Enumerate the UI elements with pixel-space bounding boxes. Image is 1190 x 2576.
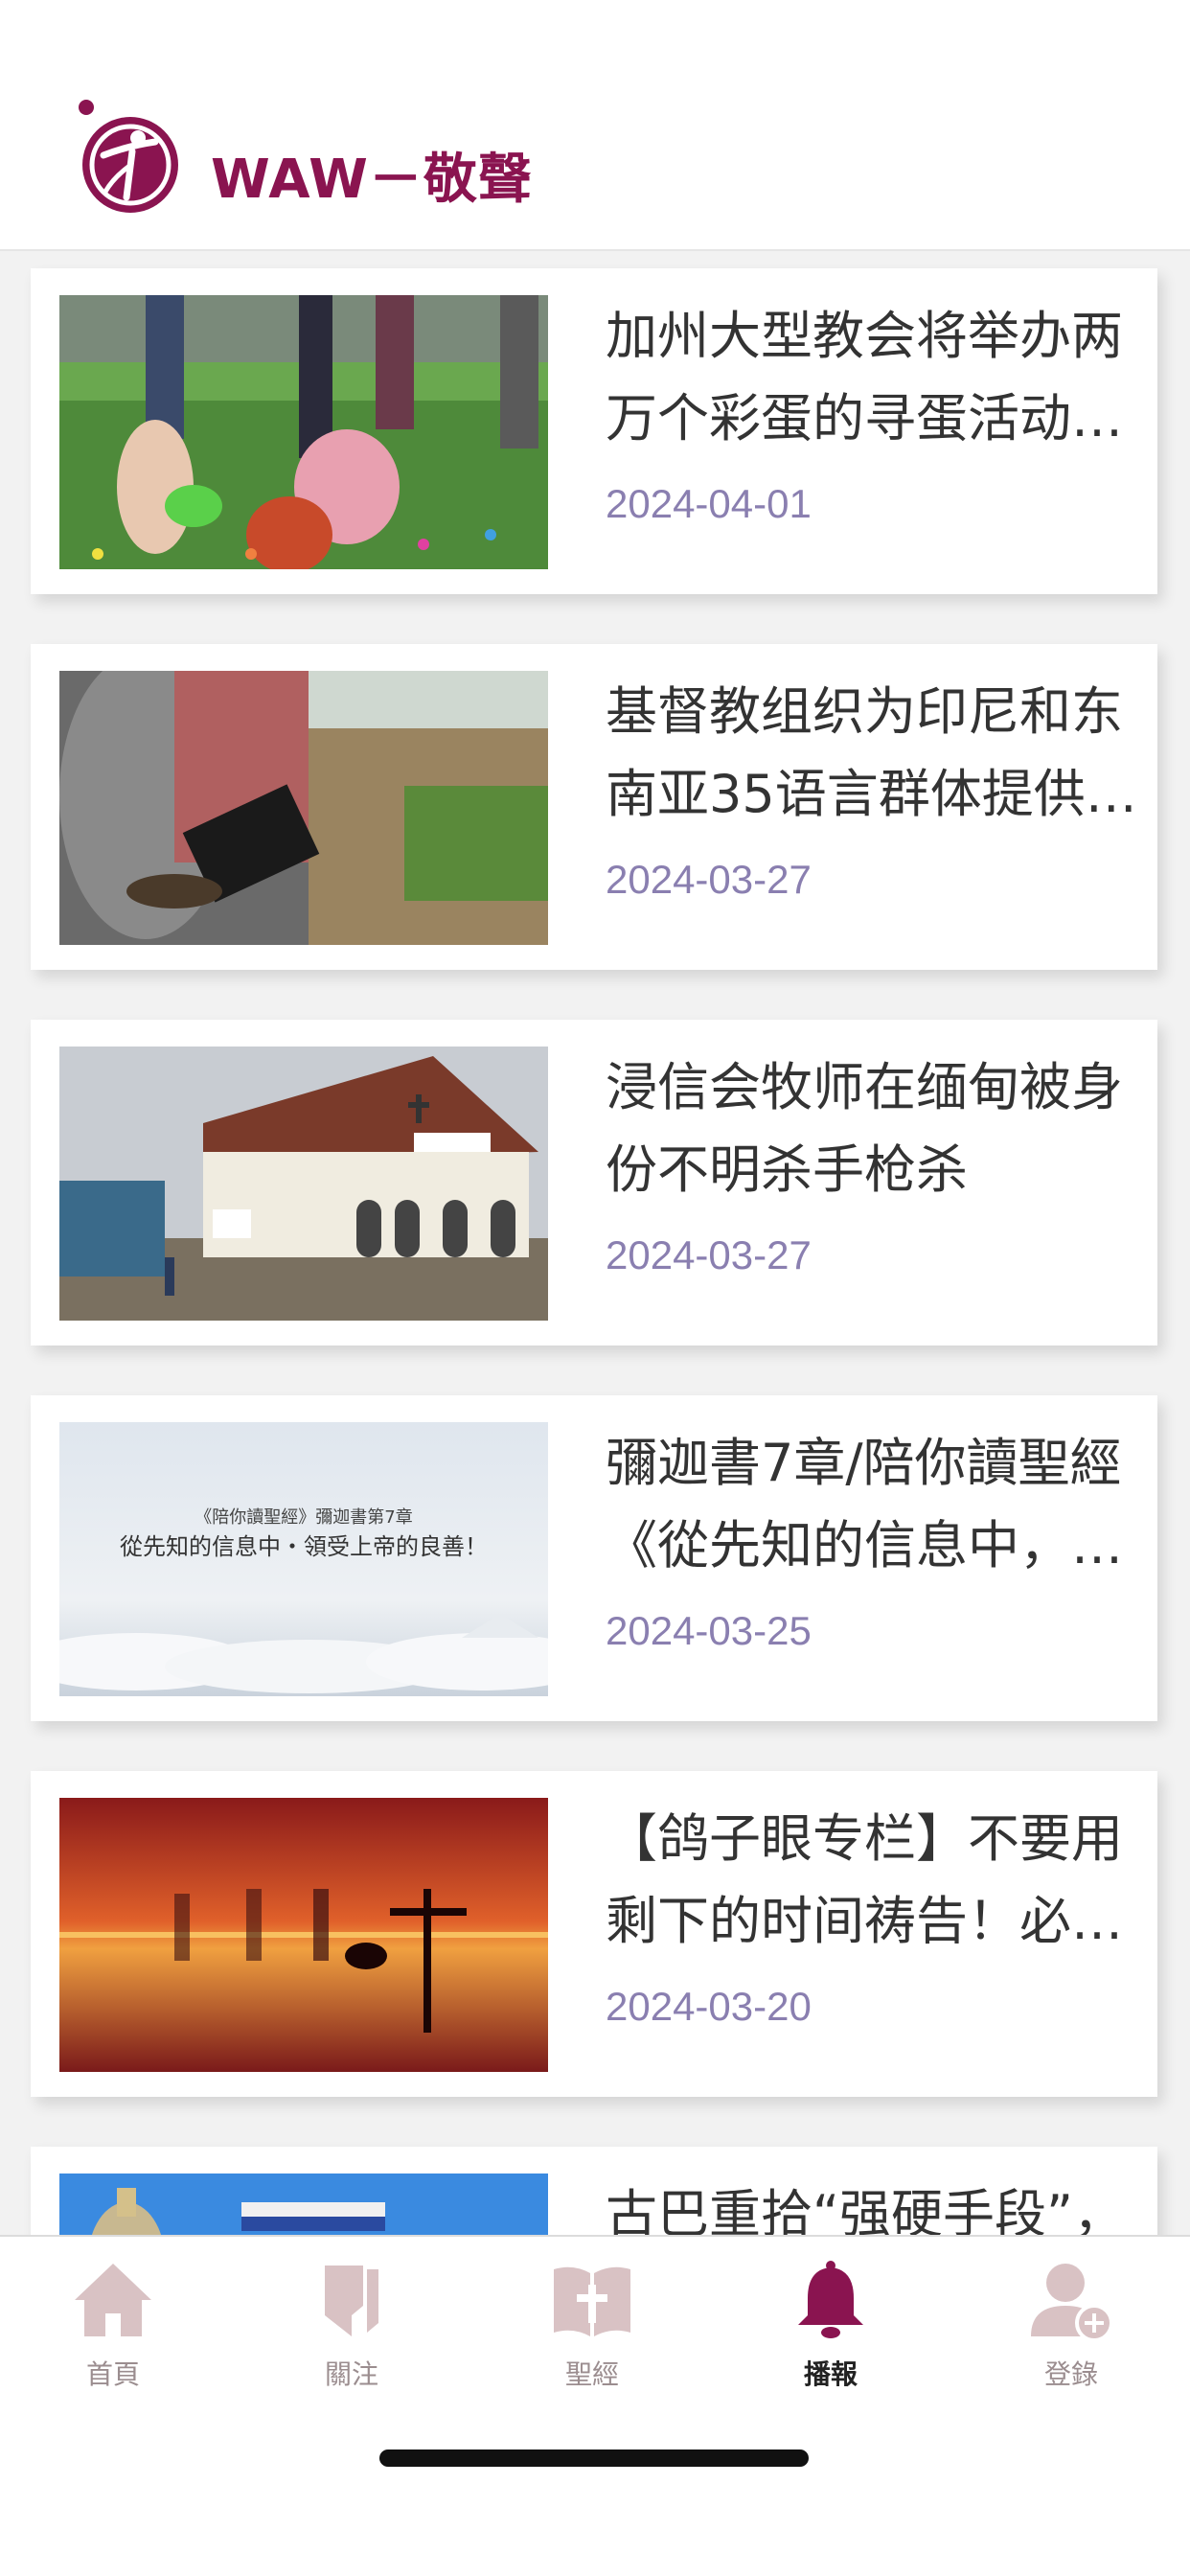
article-title: 浸信会牧师在缅甸被身份不明杀手枪杀 bbox=[606, 1057, 1123, 1200]
tab-label: 登錄 bbox=[1043, 2358, 1098, 2390]
logo-text: WAW－敬聲 bbox=[211, 149, 533, 211]
article-title: 【鸽子眼专栏】不要用剩下的时间祷告！必看｢… bbox=[606, 1808, 1123, 1951]
article-card[interactable]: 基督教组织为印尼和东南亚35语言群体提供… 2024-03-27 bbox=[31, 644, 1157, 970]
article-date: 2024-03-20 bbox=[606, 1984, 812, 2029]
app-header: WAW－敬聲 bbox=[0, 0, 1190, 251]
article-title: 基督教组织为印尼和东南亚35语言群体提供… bbox=[606, 681, 1137, 824]
article-card[interactable]: 加州大型教会将举办两万个彩蛋的寻蛋活动… 2024-04-01 bbox=[31, 268, 1157, 594]
article-date: 2024-03-25 bbox=[606, 1608, 812, 1653]
app-screen: WAW－敬聲 加州大型教会将举办两万个彩蛋的寻蛋活动… 2024-04-01 基… bbox=[0, 0, 1190, 2576]
article-title: 古巴重拾“强硬手段”， bbox=[606, 2184, 1125, 2235]
article-date: 2024-03-27 bbox=[606, 857, 812, 902]
tab-label: 首頁 bbox=[85, 2358, 140, 2390]
tab-label: 關注 bbox=[324, 2358, 378, 2390]
article-title: 加州大型教会将举办两万个彩蛋的寻蛋活动… bbox=[606, 306, 1123, 448]
article-date: 2024-03-27 bbox=[606, 1232, 812, 1277]
article-thumbnail bbox=[59, 1046, 548, 1321]
article-date: 2024-04-01 bbox=[606, 481, 812, 526]
tab-follow[interactable]: 關注 bbox=[275, 2256, 428, 2400]
bottom-tab-bar: 首頁 關注 聖經 播報 登錄 bbox=[0, 2235, 1190, 2576]
thumbnail-caption-large: 從先知的信息中・領受上帝的良善！ bbox=[120, 1533, 488, 1560]
article-title: 彌迦書7章/陪你讀聖經《從先知的信息中，領… bbox=[606, 1433, 1122, 1576]
thumbnail-caption-small: 《陪你讀聖經》彌迦書第7章 bbox=[195, 1507, 412, 1528]
article-card[interactable]: 《陪你讀聖經》彌迦書第7章 從先知的信息中・領受上帝的良善！ 彌迦書7章/陪你讀… bbox=[31, 1395, 1157, 1721]
article-thumbnail bbox=[59, 671, 548, 945]
tab-label: 播報 bbox=[803, 2358, 858, 2390]
bible-icon bbox=[554, 2266, 630, 2336]
tab-label: 聖經 bbox=[564, 2358, 619, 2390]
tab-bible[interactable]: 聖經 bbox=[515, 2256, 669, 2400]
article-card[interactable]: 浸信会牧师在缅甸被身份不明杀手枪杀 2024-03-27 bbox=[31, 1020, 1157, 1346]
article-thumbnail bbox=[59, 1798, 548, 2072]
bell-icon bbox=[798, 2261, 863, 2338]
bookmark-icon bbox=[325, 2266, 378, 2336]
tab-broadcast[interactable]: 播報 bbox=[754, 2256, 907, 2400]
home-indicator[interactable] bbox=[379, 2450, 809, 2467]
article-list[interactable]: 加州大型教会将举办两万个彩蛋的寻蛋活动… 2024-04-01 基督教组织为印尼… bbox=[0, 251, 1190, 2235]
article-thumbnail bbox=[59, 295, 548, 569]
tab-login[interactable]: 登錄 bbox=[995, 2256, 1148, 2400]
article-thumbnail: 《陪你讀聖經》彌迦書第7章 從先知的信息中・領受上帝的良善！ bbox=[59, 1422, 548, 1696]
tab-home[interactable]: 首頁 bbox=[36, 2256, 190, 2400]
home-icon bbox=[75, 2264, 151, 2336]
article-card[interactable]: 古巴重拾“强硬手段”， bbox=[31, 2147, 1157, 2235]
logo-icon bbox=[75, 98, 182, 217]
user-add-icon bbox=[1031, 2264, 1113, 2342]
article-thumbnail bbox=[59, 2174, 548, 2235]
article-card[interactable]: 【鸽子眼专栏】不要用剩下的时间祷告！必看｢… 2024-03-20 bbox=[31, 1771, 1157, 2097]
